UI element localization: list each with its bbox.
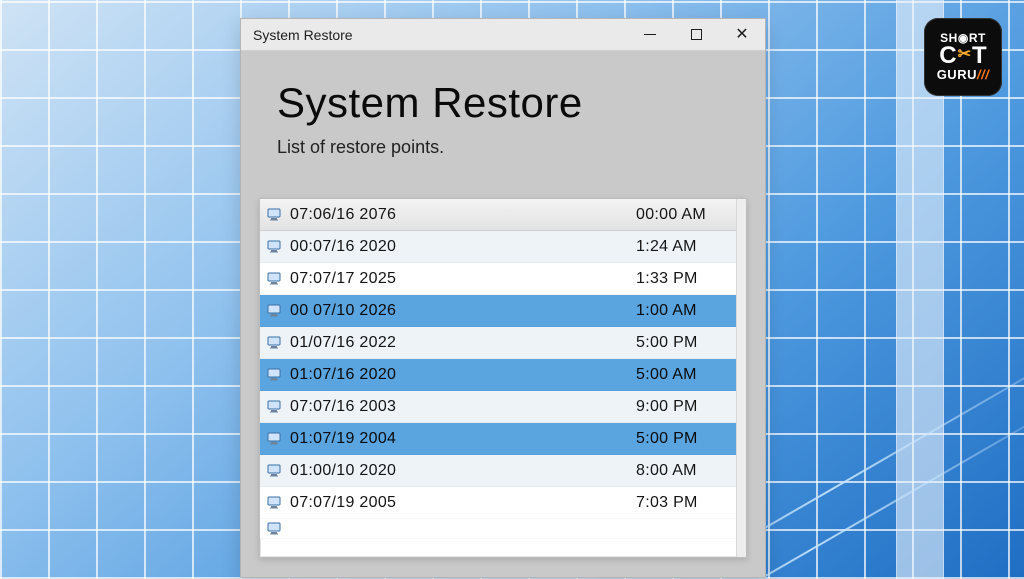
restore-point-date: 01/07/16 2022 [290,334,636,352]
restore-point-icon [266,239,284,255]
maximize-icon [691,29,702,40]
logo-guru: GURU [937,67,977,82]
restore-point-date: 01:00/10 2020 [290,462,636,480]
restore-point-time: 1:33 PM [636,270,728,288]
restore-point-row[interactable]: 00 07/10 20261:00 AM [260,295,736,327]
logo-line-2: C ✂ T [939,44,986,68]
logo-slash: /// [977,67,989,82]
desktop-background: SH◉RT C ✂ T GURU/// System Restore ✕ Sys… [0,0,1024,579]
restore-point-icon [266,271,284,287]
restore-point-time: 1:24 AM [636,238,728,256]
logo-c: C [939,44,956,68]
restore-point-row[interactable]: 01:07/16 20205:00 AM [260,359,736,391]
restore-point-row[interactable]: 01:00/10 20208:00 AM [260,455,736,487]
restore-point-icon [266,207,284,223]
restore-point-icon [266,367,284,383]
window-client-area: System Restore List of restore points. [241,51,765,176]
window-title: System Restore [253,27,627,43]
restore-point-time: 7:03 PM [636,494,728,512]
restore-point-row[interactable]: 07:07/16 20039:00 PM [260,391,736,423]
restore-point-icon [266,335,284,351]
restore-point-row-partial[interactable] [260,519,736,539]
restore-point-row[interactable]: 07:07/17 20251:33 PM [260,263,736,295]
restore-point-list: 07:06/16 207600:00 AM00:07/16 20201:24 A… [259,198,747,558]
page-title: System Restore [277,79,729,127]
scrollbar-vertical[interactable] [736,199,746,557]
restore-point-row[interactable]: 07:07/19 20057:03 PM [260,487,736,519]
restore-point-icon [266,303,284,319]
restore-point-row[interactable]: 01/07/16 20225:00 PM [260,327,736,359]
restore-point-time: 5:00 PM [636,334,728,352]
restore-point-date: 00 07/10 2026 [290,302,636,320]
restore-point-date: 07:06/16 2076 [290,206,630,224]
restore-point-icon [266,463,284,479]
restore-point-time: 5:00 AM [636,366,728,384]
restore-point-icon [266,521,284,537]
page-subtitle: List of restore points. [277,137,729,158]
close-button[interactable]: ✕ [719,19,765,51]
restore-point-time: 9:00 PM [636,398,728,416]
restore-point-date: 07:07/16 2003 [290,398,636,416]
restore-point-time: 1:00 AM [636,302,728,320]
logo-t: T [972,44,987,68]
minimize-icon [644,34,656,35]
restore-point-row[interactable]: 07:06/16 2076 00:00 AM [260,199,736,231]
restore-point-date: 01:07/19 2004 [290,430,636,448]
close-icon: ✕ [735,27,748,43]
maximize-button[interactable] [673,19,719,51]
restore-point-time: 5:00 PM [636,430,728,448]
restore-point-time: 8:00 AM [636,462,728,480]
restore-point-date: 07:07/19 2005 [290,494,636,512]
restore-point-date: 00:07/16 2020 [290,238,636,256]
restore-point-time: 00:00 AM [636,206,728,224]
brand-logo-badge: SH◉RT C ✂ T GURU/// [924,18,1002,96]
restore-point-row[interactable]: 01:07/19 20045:00 PM [260,423,736,455]
restore-point-date: 07:07/17 2025 [290,270,636,288]
restore-point-row[interactable]: 00:07/16 20201:24 AM [260,231,736,263]
titlebar[interactable]: System Restore ✕ [241,19,765,51]
logo-line-3: GURU/// [937,68,990,82]
minimize-button[interactable] [627,19,673,51]
system-restore-window: System Restore ✕ System Restore List of … [240,18,766,578]
restore-point-rows: 07:06/16 207600:00 AM00:07/16 20201:24 A… [260,199,736,557]
restore-point-icon [266,495,284,511]
restore-point-date: 01:07/16 2020 [290,366,636,384]
restore-point-icon [266,431,284,447]
scissors-icon: ✂ [958,47,971,63]
restore-point-icon [266,399,284,415]
